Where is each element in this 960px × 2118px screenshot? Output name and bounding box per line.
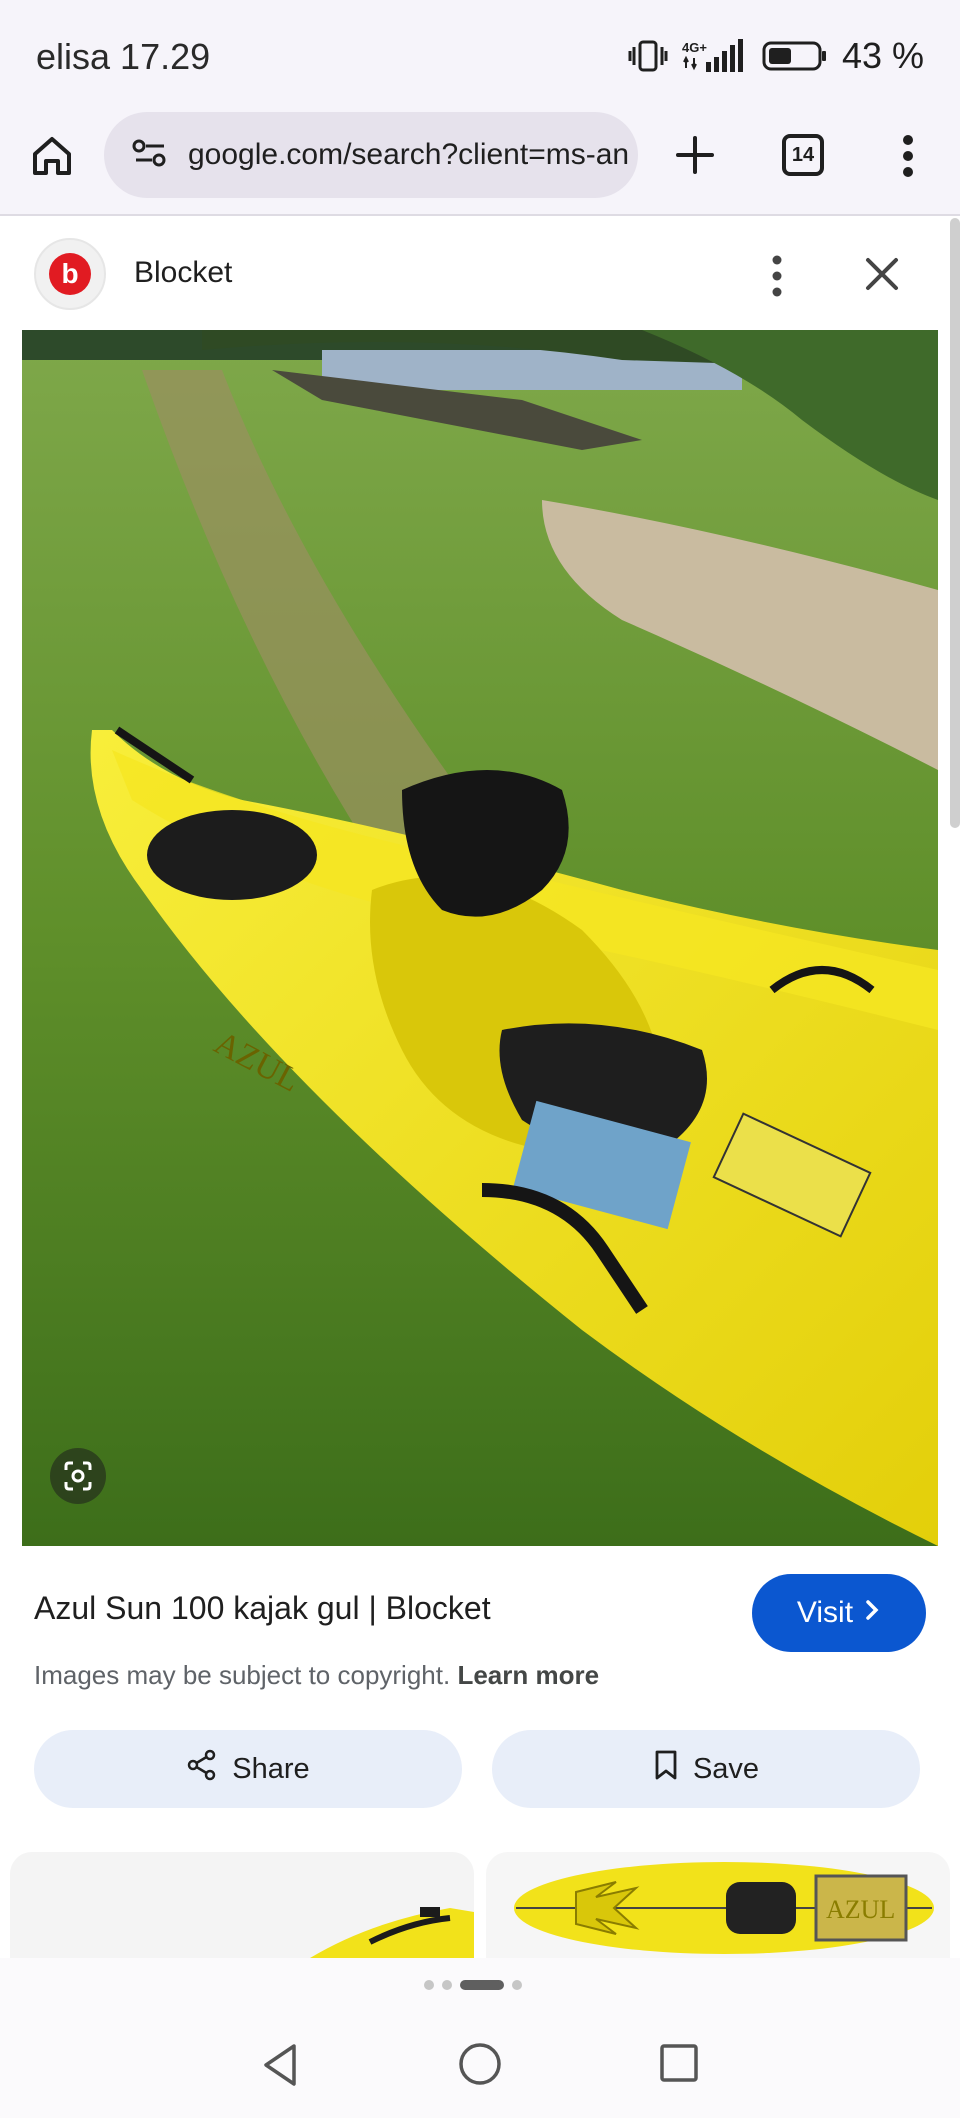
url-text: google.com/search?client=ms-an [188,138,630,171]
home-icon[interactable] [30,134,74,178]
google-lens-icon[interactable] [48,1446,108,1506]
plus-icon[interactable] [672,132,718,178]
related-image-thumbnail[interactable]: AZUL [486,1852,950,1958]
address-bar[interactable]: google.com/search?client=ms-an [104,112,638,198]
save-button[interactable]: Save [492,1730,920,1808]
chevron-right-icon [863,1596,881,1630]
scrollbar[interactable] [950,218,960,828]
carousel-dot [512,1980,522,1990]
browser-toolbar: google.com/search?client=ms-an 14 [0,112,960,216]
thumbnail-brand: AZUL [826,1895,895,1924]
network-type: 4G+ [682,40,707,55]
share-button[interactable]: Share [34,1730,462,1808]
carousel-dot [424,1980,434,1990]
related-image-thumbnail[interactable] [10,1852,474,1958]
signal-icon: 4G+ [682,38,748,74]
more-vert-icon[interactable] [762,252,792,300]
site-name[interactable]: Blocket [134,256,232,290]
more-vert-icon[interactable] [890,132,926,180]
save-label: Save [692,1752,760,1785]
carousel-dot [442,1980,452,1990]
tab-switcher-icon[interactable]: 14 [782,134,824,176]
share-label: Share [232,1752,310,1785]
carrier-time: elisa 17.29 [36,36,211,77]
bookmark-icon [653,1749,679,1789]
image-viewer-header: b Blocket [0,218,960,330]
visit-label: Visit [796,1596,854,1629]
carousel-dot-active [460,1980,504,1990]
visit-button[interactable]: Visit [752,1574,926,1652]
tune-icon[interactable] [132,138,168,173]
carousel-indicator [424,1980,522,1990]
vibrate-icon [628,39,668,73]
battery-percent: 43 % [841,35,924,76]
copyright-text: Images may be subject to copyright. [34,1660,451,1690]
status-bar: elisa 17.29 4G+ 43 % [0,0,960,112]
kayak-photo[interactable]: AZUL [22,330,938,1546]
close-icon[interactable] [862,254,902,294]
copyright-notice: Images may be subject to copyright. Lear… [34,1660,599,1691]
favicon-letter: b [49,253,91,295]
site-favicon[interactable]: b [34,238,106,310]
home-circle-icon[interactable] [456,2040,504,2088]
battery-icon [762,40,828,72]
share-icon [186,1749,218,1789]
learn-more-link[interactable]: Learn more [457,1660,599,1690]
status-icons: 4G+ 43 % [628,35,924,76]
recent-square-icon[interactable] [658,2042,700,2084]
result-title[interactable]: Azul Sun 100 kajak gul | Blocket [34,1590,491,1627]
back-triangle-icon[interactable] [256,2040,306,2090]
